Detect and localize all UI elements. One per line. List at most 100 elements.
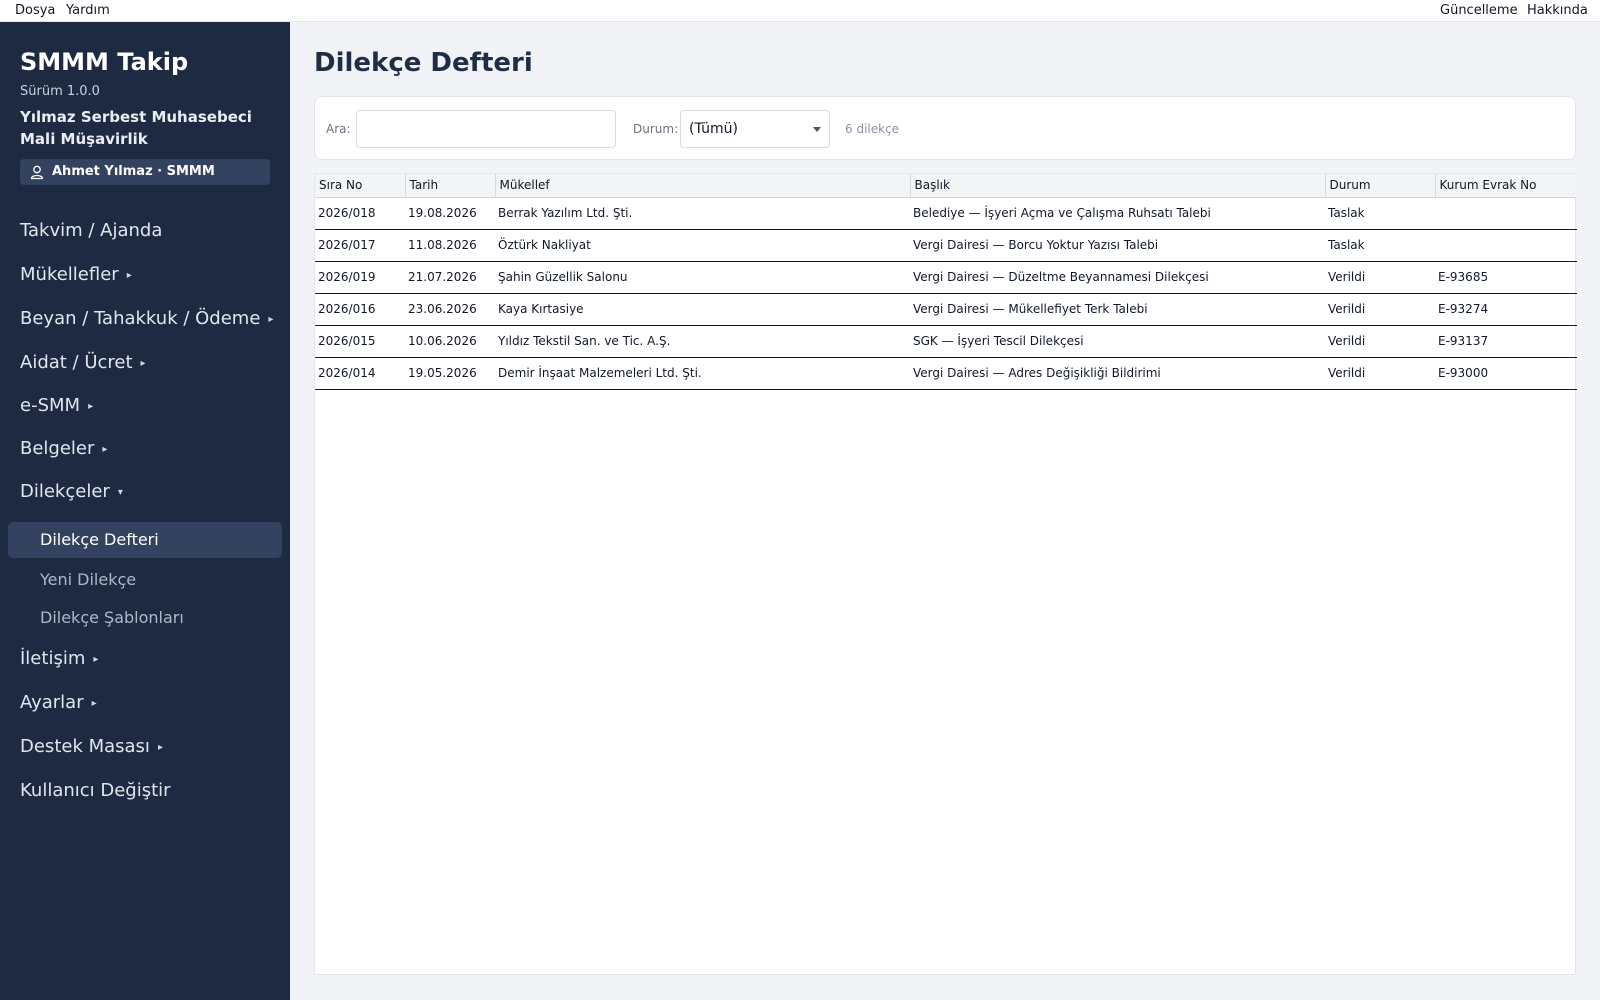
cell-durum: Verildi [1325, 261, 1435, 294]
sidebar-item-mukellefler[interactable]: Mükellefler ▸ [20, 264, 132, 285]
current-user-name: Ahmet Yılmaz · SMMM [52, 164, 215, 179]
cell-baslik: Vergi Dairesi — Mükellefiyet Terk Talebi [910, 293, 1325, 326]
table-header-row: Sıra No Tarih Mükellef Başlık Durum Kuru… [315, 174, 1577, 198]
sidebar-item-esmm[interactable]: e-SMM ▸ [20, 395, 93, 416]
sidebar-subitem-yeni-dilekce[interactable]: Yeni Dilekçe [40, 570, 136, 589]
column-header-mukellef[interactable]: Mükellef [495, 174, 911, 198]
cell-mukellef: Kaya Kırtasiye [495, 293, 910, 326]
sidebar: SMMM Takip Sürüm 1.0.0 Yılmaz Serbest Mu… [0, 22, 290, 1000]
table-row[interactable]: 2026/015 10.06.2026 Yıldız Tekstil San. … [315, 325, 1577, 358]
chevron-down-icon [813, 127, 821, 132]
column-header-baslik[interactable]: Başlık [910, 174, 1326, 198]
menu-guncelleme[interactable]: Güncelleme [1440, 3, 1518, 18]
record-count: 6 dilekçe [845, 122, 900, 136]
sidebar-item-destek[interactable]: Destek Masası ▸ [20, 736, 163, 757]
column-header-sira-no[interactable]: Sıra No [315, 174, 406, 198]
status-filter-select[interactable]: (Tümü) [680, 110, 830, 148]
sidebar-item-beyan[interactable]: Beyan / Tahakkuk / Ödeme ▸ [20, 308, 273, 329]
cell-sira-no: 2026/016 [315, 293, 405, 326]
chevron-right-icon: ▸ [93, 654, 99, 665]
cell-durum: Verildi [1325, 325, 1435, 358]
cell-sira-no: 2026/015 [315, 325, 405, 358]
menu-yardim[interactable]: Yardım [66, 3, 110, 18]
cell-kurum-evrak-no: E-93274 [1435, 293, 1577, 326]
cell-mukellef: Öztürk Nakliyat [495, 229, 910, 262]
chevron-right-icon: ▸ [140, 358, 146, 369]
cell-mukellef: Berrak Yazılım Ltd. Şti. [495, 197, 910, 230]
status-filter-label: Durum: [633, 122, 679, 136]
cell-sira-no: 2026/014 [315, 357, 405, 390]
sidebar-item-takvim[interactable]: Takvim / Ajanda [20, 220, 162, 241]
sidebar-item-belgeler[interactable]: Belgeler ▸ [20, 438, 107, 459]
cell-tarih: 10.06.2026 [405, 325, 495, 358]
user-icon [30, 165, 44, 180]
chevron-right-icon: ▸ [88, 401, 94, 412]
cell-kurum-evrak-no: E-93000 [1435, 357, 1577, 390]
sidebar-item-label: Ayarlar [20, 692, 84, 713]
cell-durum: Verildi [1325, 357, 1435, 390]
sidebar-subitem-dilekce-defteri[interactable]: Dilekçe Defteri [8, 522, 282, 558]
menu-bar: Dosya Yardım Güncelleme Hakkında [0, 0, 1600, 22]
cell-baslik: Belediye — İşyeri Açma ve Çalışma Ruhsat… [910, 197, 1325, 230]
menu-hakkinda[interactable]: Hakkında [1527, 3, 1588, 18]
cell-durum: Verildi [1325, 293, 1435, 326]
sidebar-item-label: Destek Masası [20, 736, 150, 757]
column-header-tarih[interactable]: Tarih [405, 174, 496, 198]
cell-baslik: SGK — İşyeri Tescil Dilekçesi [910, 325, 1325, 358]
sidebar-item-ayarlar[interactable]: Ayarlar ▸ [20, 692, 97, 713]
table-row[interactable]: 2026/016 23.06.2026 Kaya Kırtasiye Vergi… [315, 293, 1577, 326]
app-title: SMMM Takip [20, 48, 189, 76]
sidebar-subitem-dilekce-sablonlari[interactable]: Dilekçe Şablonları [40, 608, 184, 627]
cell-tarih: 19.05.2026 [405, 357, 495, 390]
sidebar-item-label: Aidat / Ücret [20, 352, 133, 373]
company-name: Yılmaz Serbest Muhasebeci Mali Müşavirli… [20, 108, 252, 148]
cell-durum: Taslak [1325, 197, 1435, 230]
sidebar-item-label: Mükellefler [20, 264, 119, 285]
cell-tarih: 11.08.2026 [405, 229, 495, 262]
chevron-right-icon: ▸ [91, 698, 97, 709]
table-row[interactable]: 2026/014 19.05.2026 Demir İnşaat Malzeme… [315, 357, 1577, 390]
cell-mukellef: Yıldız Tekstil San. ve Tic. A.Ş. [495, 325, 910, 358]
sidebar-item-label: Kullanıcı Değiştir [20, 780, 171, 801]
current-user-badge: Ahmet Yılmaz · SMMM [20, 159, 270, 185]
cell-kurum-evrak-no: E-93685 [1435, 261, 1577, 294]
petition-table: Sıra No Tarih Mükellef Başlık Durum Kuru… [314, 173, 1577, 975]
sidebar-item-kullanici-degistir[interactable]: Kullanıcı Değiştir [20, 780, 171, 801]
cell-baslik: Vergi Dairesi — Borcu Yoktur Yazısı Tale… [910, 229, 1325, 262]
chevron-down-icon: ▾ [117, 487, 123, 498]
search-input[interactable] [356, 110, 616, 148]
menu-dosya[interactable]: Dosya [15, 3, 55, 18]
cell-kurum-evrak-no [1435, 229, 1577, 262]
sidebar-subitem-label: Dilekçe Defteri [40, 530, 159, 549]
cell-tarih: 19.08.2026 [405, 197, 495, 230]
cell-sira-no: 2026/019 [315, 261, 405, 294]
cell-sira-no: 2026/018 [315, 197, 405, 230]
chevron-right-icon: ▸ [126, 270, 132, 281]
table-row[interactable]: 2026/017 11.08.2026 Öztürk Nakliyat Verg… [315, 229, 1577, 262]
sidebar-item-label: Dilekçeler [20, 481, 110, 502]
cell-sira-no: 2026/017 [315, 229, 405, 262]
cell-baslik: Vergi Dairesi — Düzeltme Beyannamesi Dil… [910, 261, 1325, 294]
page-title: Dilekçe Defteri [314, 48, 533, 78]
sidebar-item-label: Takvim / Ajanda [20, 220, 163, 241]
table-row[interactable]: 2026/019 21.07.2026 Şahin Güzellik Salon… [315, 261, 1577, 294]
sidebar-item-dilekceler[interactable]: Dilekçeler ▾ [20, 481, 123, 502]
app-version: Sürüm 1.0.0 [20, 84, 100, 99]
cell-mukellef: Şahin Güzellik Salonu [495, 261, 910, 294]
sidebar-item-iletisim[interactable]: İletişim ▸ [20, 648, 98, 669]
sidebar-item-aidat[interactable]: Aidat / Ücret ▸ [20, 352, 146, 373]
column-header-kurum-evrak-no[interactable]: Kurum Evrak No [1435, 174, 1577, 198]
cell-baslik: Vergi Dairesi — Adres Değişikliği Bildir… [910, 357, 1325, 390]
column-header-durum[interactable]: Durum [1325, 174, 1436, 198]
sidebar-item-label: Belgeler [20, 438, 95, 459]
cell-tarih: 21.07.2026 [405, 261, 495, 294]
sidebar-item-label: e-SMM [20, 395, 81, 416]
status-filter-value: (Tümü) [689, 121, 738, 137]
filter-bar: Ara: Durum: (Tümü) 6 dilekçe [314, 96, 1576, 160]
table-row[interactable]: 2026/018 19.08.2026 Berrak Yazılım Ltd. … [315, 197, 1577, 230]
cell-kurum-evrak-no: E-93137 [1435, 325, 1577, 358]
cell-kurum-evrak-no [1435, 197, 1577, 230]
chevron-right-icon: ▸ [268, 314, 274, 325]
cell-durum: Taslak [1325, 229, 1435, 262]
cell-tarih: 23.06.2026 [405, 293, 495, 326]
